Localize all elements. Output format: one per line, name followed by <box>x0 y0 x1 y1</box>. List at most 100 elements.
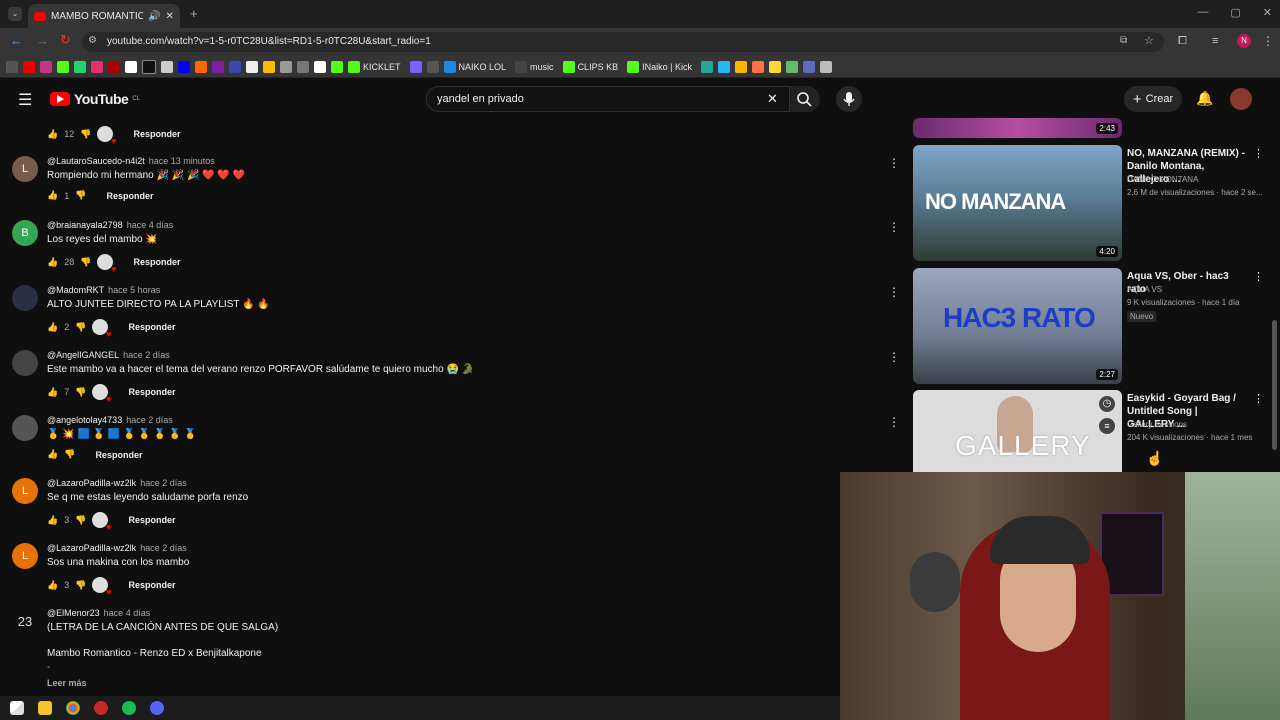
bookmark-icon[interactable] <box>314 60 326 73</box>
avatar[interactable] <box>12 350 38 376</box>
bookmark-clips-kb[interactable]: CLIPS KB <box>562 60 618 73</box>
close-window-icon[interactable]: ✕ <box>1263 6 1272 19</box>
bookmark-icon[interactable] <box>40 60 52 73</box>
clear-search-icon[interactable]: ✕ <box>767 91 778 107</box>
active-tab[interactable]: MAMBO ROMANTICO - RE 🔊 ✕ <box>28 4 180 28</box>
video-menu-icon[interactable]: ⋮ <box>1253 392 1264 405</box>
bookmark-icon[interactable] <box>768 60 781 73</box>
bookmark-icon[interactable] <box>125 60 137 73</box>
maximize-icon[interactable]: ▢ <box>1230 6 1240 19</box>
like-icon[interactable]: 👍 <box>47 190 58 201</box>
comment-author[interactable]: @braianayala2798 hace 4 días <box>47 220 173 230</box>
comment-author[interactable]: @MadomRKT hace 5 horas <box>47 285 160 295</box>
discord-icon[interactable] <box>150 701 164 715</box>
comment-menu-icon[interactable]: ⋮ <box>888 350 900 364</box>
video-menu-icon[interactable]: ⋮ <box>1253 270 1264 283</box>
chrome-menu-icon[interactable]: ⋮ <box>1262 34 1274 48</box>
recommended-video[interactable]: HAC3 RATO 2:27 Aqua VS, Ober - hac3 rato… <box>913 268 1264 386</box>
comment-author[interactable]: @AngelIGANGEL hace 2 días <box>47 350 170 360</box>
comment-author[interactable]: @LautaroSaucedo-n4i2t hace 13 minutos <box>47 156 215 166</box>
video-menu-icon[interactable]: ⋮ <box>1253 147 1264 160</box>
start-icon[interactable] <box>10 701 24 715</box>
hamburger-menu-icon[interactable]: ☰ <box>18 90 32 110</box>
apps-icon[interactable] <box>6 60 18 73</box>
recommended-video[interactable]: 2:43 <box>913 118 1263 140</box>
dislike-icon[interactable]: 👎 <box>80 257 91 268</box>
install-icon[interactable]: ⧉ <box>1120 35 1127 46</box>
dislike-icon[interactable]: 👎 <box>64 449 75 460</box>
bookmark-icon[interactable] <box>212 60 224 73</box>
minimize-icon[interactable]: — <box>1197 6 1208 19</box>
bookmark-star-icon[interactable]: ☆ <box>1144 34 1154 47</box>
bookmark-icon[interactable] <box>229 60 241 73</box>
read-more-link[interactable]: Leer más <box>47 678 87 688</box>
comment-author[interactable]: @ElMenor23 hace 4 días <box>47 608 150 618</box>
like-icon[interactable]: 👍 <box>47 322 58 333</box>
bookmark-kicklet[interactable]: KICKLET <box>348 60 401 73</box>
bookmark-music[interactable]: music <box>515 60 554 73</box>
file-explorer-icon[interactable] <box>38 701 52 715</box>
like-icon[interactable]: 👍 <box>47 387 58 398</box>
channel-name[interactable]: AQUA VS <box>1127 285 1162 294</box>
dislike-icon[interactable]: 👎 <box>75 515 86 526</box>
video-thumbnail[interactable]: NO MANZANA 4:20 <box>913 145 1122 261</box>
reply-button[interactable]: Responder <box>128 387 175 397</box>
chrome-icon[interactable] <box>66 701 80 715</box>
reply-button[interactable]: Responder <box>128 580 175 590</box>
dislike-icon[interactable]: 👎 <box>80 129 91 140</box>
bookmark-icon[interactable] <box>409 60 422 73</box>
comment-menu-icon[interactable]: ⋮ <box>888 285 900 299</box>
page-scrollbar[interactable] <box>1272 320 1277 450</box>
dislike-icon[interactable]: 👎 <box>75 190 86 201</box>
bookmark-icon[interactable] <box>178 60 190 73</box>
bookmark-icon[interactable] <box>195 60 207 73</box>
search-input[interactable]: yandel en privado ✕ <box>426 86 790 112</box>
bookmark-icon[interactable] <box>161 60 173 73</box>
bookmark-icon[interactable] <box>717 60 730 73</box>
comment-menu-icon[interactable]: ⋮ <box>888 415 900 429</box>
comment-author[interactable]: @LazaroPadilla-wz2lk hace 2 días <box>47 543 187 553</box>
comment-menu-icon[interactable]: ⋮ <box>888 156 900 170</box>
bookmark-inaiko-kick[interactable]: INaiko | Kick <box>627 60 692 73</box>
bookmark-icon[interactable] <box>74 60 86 73</box>
extensions-icon[interactable]: ⧠ <box>1178 35 1187 48</box>
site-info-icon[interactable]: ⚙ <box>88 35 97 46</box>
like-icon[interactable]: 👍 <box>47 515 58 526</box>
bookmark-icon[interactable] <box>297 60 309 73</box>
bookmark-icon[interactable] <box>785 60 798 73</box>
reply-button[interactable]: Responder <box>106 191 153 201</box>
video-thumbnail[interactable]: GALLERY ◷ ≡ <box>913 390 1122 472</box>
reply-button[interactable]: Responder <box>128 322 175 332</box>
search-button[interactable] <box>790 86 820 112</box>
channel-name[interactable]: Gallery Sessions <box>1127 420 1187 429</box>
recommended-video[interactable]: NO MANZANA 4:20 NO, MANZANA (REMIX) - Da… <box>913 145 1264 263</box>
bookmark-icon[interactable] <box>802 60 815 73</box>
app-icon[interactable] <box>94 701 108 715</box>
bookmark-icon[interactable] <box>700 60 713 73</box>
profile-avatar[interactable]: N <box>1237 34 1251 48</box>
reply-button[interactable]: Responder <box>133 129 180 139</box>
notifications-bell-icon[interactable]: 🔔 <box>1196 90 1213 107</box>
bookmark-icon[interactable] <box>91 60 103 73</box>
bookmark-icon[interactable] <box>280 60 292 73</box>
tab-search-icon[interactable]: ⌄ <box>8 7 22 21</box>
add-to-queue-icon[interactable]: ≡ <box>1099 418 1115 434</box>
bookmark-icon[interactable] <box>142 59 156 74</box>
dislike-icon[interactable]: 👎 <box>75 580 86 591</box>
bookmark-icon[interactable] <box>246 60 258 73</box>
avatar[interactable]: L <box>12 156 38 182</box>
video-thumbnail[interactable]: 2:43 <box>913 118 1122 138</box>
bookmark-icon[interactable] <box>23 60 35 73</box>
create-button[interactable]: + Crear <box>1124 86 1182 112</box>
media-control-icon[interactable]: ≡ <box>1212 35 1218 47</box>
avatar[interactable]: 23 <box>12 608 38 634</box>
recommended-video[interactable]: GALLERY ◷ ≡ Easykid - Goyard Bag / Untit… <box>913 390 1264 472</box>
bookmark-icon[interactable] <box>331 60 343 73</box>
comment-menu-icon[interactable]: ⋮ <box>888 220 900 234</box>
like-icon[interactable]: 👍 <box>47 129 58 140</box>
bookmark-icon[interactable] <box>57 60 69 73</box>
youtube-logo[interactable]: YouTube CL <box>50 91 140 107</box>
avatar[interactable] <box>12 285 38 311</box>
reply-button[interactable]: Responder <box>128 515 175 525</box>
bookmark-naiko-lol[interactable]: NAIKO LOL <box>443 60 506 73</box>
